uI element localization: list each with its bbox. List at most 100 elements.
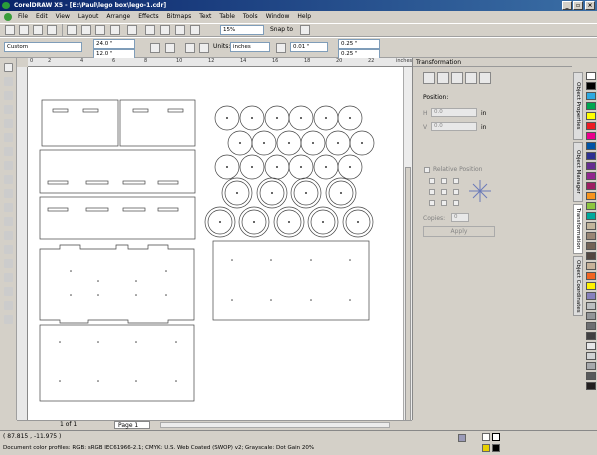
color-swatch[interactable] [586,252,596,260]
page-tab[interactable]: Page 1 [114,421,150,429]
basic-shapes-tool-icon[interactable] [4,189,13,198]
menu-table[interactable]: Table [215,11,239,23]
anchor-checkbox[interactable] [441,178,447,184]
menu-bitmaps[interactable]: Bitmaps [163,11,196,23]
horizontal-ruler[interactable]: 0 2 4 6 8 10 12 14 16 18 20 22 inches [28,58,412,67]
fill-indicator-icon[interactable] [458,434,466,442]
fill-bucket-icon[interactable] [482,444,490,452]
landscape-icon[interactable] [165,43,175,53]
anchor-checkbox[interactable] [441,189,447,195]
color-swatch[interactable] [586,312,596,320]
undo-icon[interactable] [110,25,120,35]
all-pages-icon[interactable] [185,43,195,53]
menu-arrange[interactable]: Arrange [102,11,134,23]
color-swatch[interactable] [586,102,596,110]
box-panel[interactable] [39,196,196,240]
color-swatch[interactable] [586,242,596,250]
apply-button[interactable]: Apply [423,226,495,237]
zoom-tool-icon[interactable] [4,105,13,114]
anchor-checkbox[interactable] [429,200,435,206]
color-swatch[interactable] [586,212,596,220]
anchor-checkbox[interactable] [429,189,435,195]
anchor-checkbox[interactable] [453,200,459,206]
redo-icon[interactable] [127,25,137,35]
color-swatch[interactable] [586,302,596,310]
color-swatch[interactable] [586,92,596,100]
close-button[interactable]: × [585,1,595,10]
anchor-checkbox[interactable] [453,178,459,184]
color-swatch[interactable] [586,122,596,130]
tab-object-manager[interactable]: Object Manager [573,142,583,202]
vertical-ruler[interactable] [17,67,28,420]
color-swatch[interactable] [586,372,596,380]
interactive-fill-tool-icon[interactable] [4,315,13,324]
maximize-button[interactable]: ▫ [573,1,583,10]
color-swatch[interactable] [586,272,596,280]
color-profile-info[interactable]: Document color profiles: RGB: sRGB IEC61… [3,445,314,451]
box-panel[interactable] [41,99,119,147]
color-swatch[interactable] [586,362,596,370]
blend-tool-icon[interactable] [4,259,13,268]
minimize-button[interactable]: _ [562,1,572,10]
color-swatch[interactable] [586,262,596,270]
box-panel[interactable] [39,324,195,402]
pick-tool-icon[interactable] [4,63,13,72]
fill-color-icon[interactable] [482,433,490,441]
menu-layout[interactable]: Layout [74,11,102,23]
outline-color-icon[interactable] [492,433,500,441]
menu-effects[interactable]: Effects [134,11,162,23]
freehand-tool-icon[interactable] [4,119,13,128]
color-swatch[interactable] [586,182,596,190]
outline-pen-icon[interactable] [492,444,500,452]
tab-object-properties[interactable]: Object Properties [573,72,583,140]
box-panel[interactable] [212,240,370,321]
table-tool-icon[interactable] [4,217,13,226]
position-icon[interactable] [423,72,435,84]
menu-help[interactable]: Help [293,11,315,23]
export-icon[interactable] [175,25,185,35]
color-swatch[interactable] [586,132,596,140]
paste-icon[interactable] [95,25,105,35]
smart-fill-tool-icon[interactable] [4,133,13,142]
color-swatch[interactable] [586,82,596,90]
scale-icon[interactable] [451,72,463,84]
import-icon[interactable] [160,25,170,35]
page-size-select[interactable]: Custom [4,42,82,52]
drawing-canvas[interactable] [28,67,403,420]
color-swatch[interactable] [586,322,596,330]
menu-window[interactable]: Window [262,11,294,23]
menu-view[interactable]: View [52,11,74,23]
relative-position-checkbox[interactable] [424,167,430,173]
skew-icon[interactable] [479,72,491,84]
ellipse-tool-icon[interactable] [4,161,13,170]
tab-object-coordinates[interactable]: Object Coordinates [573,256,583,316]
color-swatch[interactable] [586,342,596,350]
current-page-icon[interactable] [199,43,209,53]
color-swatch[interactable] [586,352,596,360]
portrait-icon[interactable] [150,43,160,53]
color-swatch[interactable] [586,172,596,180]
duplicate-x-field[interactable]: 0.25 " [338,39,380,49]
rectangle-tool-icon[interactable] [4,147,13,156]
color-swatch[interactable] [586,152,596,160]
text-tool-icon[interactable] [4,203,13,212]
color-swatch[interactable] [586,292,596,300]
anchor-checkbox[interactable] [429,178,435,184]
snap-to-dropdown[interactable]: Snap to [270,25,293,35]
color-swatch[interactable] [586,282,596,290]
fill-tool-icon[interactable] [4,301,13,310]
color-swatch[interactable] [586,192,596,200]
search-icon[interactable] [145,25,155,35]
position-x-field[interactable]: 0.0 [431,108,477,117]
print-icon[interactable] [47,25,57,35]
color-swatch[interactable] [586,162,596,170]
zoom-select[interactable]: 15% [220,25,264,35]
color-swatch[interactable] [586,112,596,120]
color-swatch[interactable] [586,142,596,150]
units-select[interactable]: inches [230,42,270,52]
color-swatch[interactable] [586,222,596,230]
scroll-thumb[interactable] [405,167,411,447]
options-icon[interactable] [300,25,310,35]
copies-field[interactable]: 0 [451,213,469,222]
crop-tool-icon[interactable] [4,91,13,100]
